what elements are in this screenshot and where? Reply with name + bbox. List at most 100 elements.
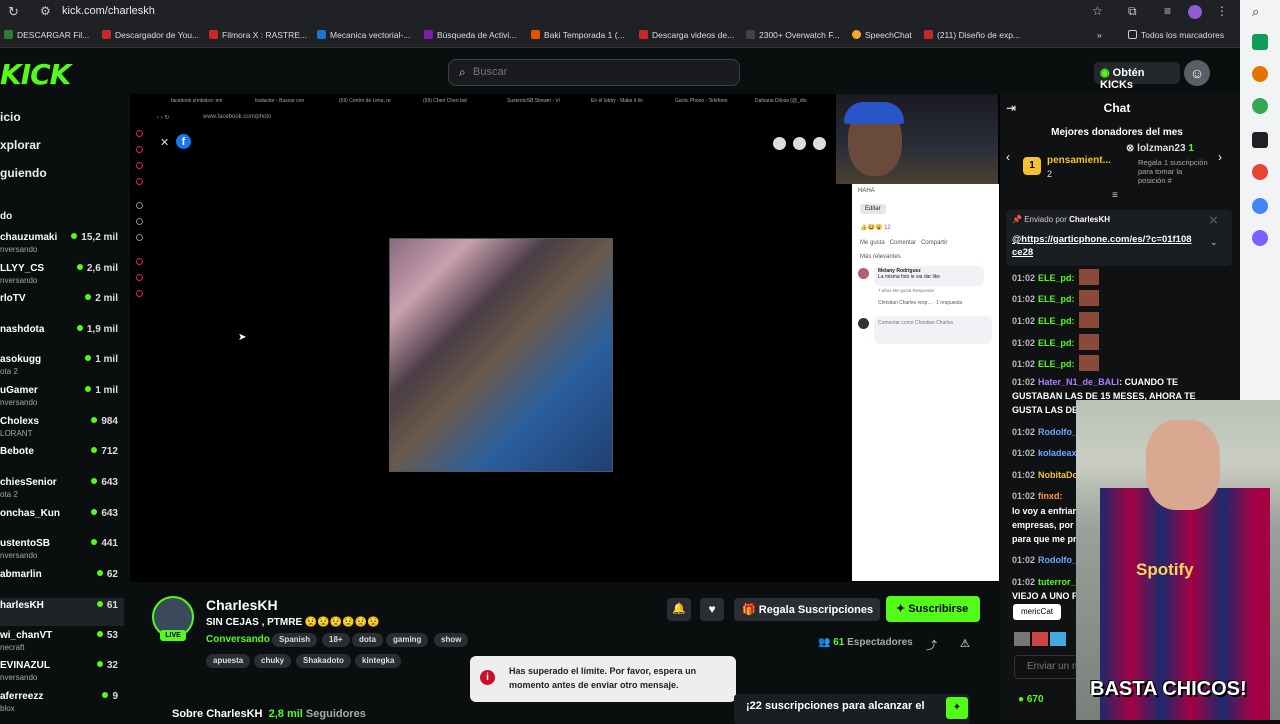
bookmark-item[interactable]: 2300+ Overwatch F... <box>746 30 840 40</box>
notification-bell-icon[interactable]: 🔔 <box>667 598 691 621</box>
reload-icon[interactable]: ↻ <box>8 4 19 20</box>
profile-avatar[interactable] <box>1188 5 1202 19</box>
donor-count: 2 <box>1047 169 1053 179</box>
search-bar[interactable]: ⌕ <box>448 59 740 86</box>
address-bar[interactable]: kick.com/charleskh <box>62 5 155 17</box>
get-kicks-button[interactable]: ◉ Obtén KICKs <box>1094 62 1180 91</box>
channel-item[interactable]: rloTV 2 mil <box>0 293 124 321</box>
facebook-comments-panel: HAHA Editar 👍😂😮 12 Me gusta Comentar Com… <box>852 184 999 581</box>
overlay-caption: BASTA CHICOS! <box>1090 678 1247 700</box>
media-control-icon[interactable]: ≡ <box>1164 4 1171 18</box>
channel-item[interactable]: abmarlin 62 <box>0 569 124 597</box>
bookmark-star-icon[interactable]: ☆ <box>1092 4 1103 18</box>
extension-u-icon[interactable] <box>1252 132 1268 148</box>
user-avatar[interactable]: ☺ <box>1184 60 1210 86</box>
stream-tag[interactable]: Spanish <box>272 633 318 647</box>
chat-message: 01:02 ELE_pd: <box>1012 334 1099 350</box>
kick-logo[interactable]: KICK <box>0 58 71 91</box>
channel-item[interactable]: Bebote 712 <box>0 446 124 474</box>
stream-tag[interactable]: dota <box>352 633 383 647</box>
follow-heart-icon[interactable]: ♥ <box>700 598 724 621</box>
bookmark-item[interactable]: Búsqueda de Activi... <box>424 30 516 40</box>
chat-message-cont: lo voy a enfriar <box>1012 506 1077 516</box>
search-icon[interactable]: ⌕ <box>1252 4 1268 20</box>
more-bookmarks-icon[interactable]: » <box>1097 30 1102 40</box>
photo-controls <box>773 137 833 151</box>
gift-icon: 🎁 <box>742 604 756 616</box>
browser-menu-icon[interactable]: ⋮ <box>1216 4 1228 18</box>
nav-explore[interactable]: xplorar <box>0 138 41 152</box>
channel-item[interactable]: onchas_Kun 643 <box>0 508 124 536</box>
emote-row <box>1014 632 1074 646</box>
channel-item[interactable]: wi_chanVT necraft 53 <box>0 630 124 658</box>
settings-icon[interactable] <box>1252 66 1268 82</box>
bookmark-item[interactable]: Filmora X : RASTRE... <box>209 30 307 40</box>
chrome-icon[interactable] <box>1252 198 1268 214</box>
extensions-icon[interactable]: ⧉ <box>1128 4 1137 19</box>
viewers-icon: 👥 <box>818 637 831 648</box>
star-icon: ✦ <box>896 603 906 615</box>
stream-tag[interactable]: show <box>434 633 469 647</box>
pinned-link[interactable]: @https://garticphone.com/es/?c=01f108ce2… <box>1012 233 1192 259</box>
bookmark-item[interactable]: Descarga videos de... <box>639 30 734 40</box>
sheets-icon[interactable] <box>1252 34 1268 50</box>
stream-title: SIN CEJAS , PTMRE 😟😟😟😟😟😟 <box>206 617 380 628</box>
search-input[interactable] <box>473 66 723 78</box>
channel-item[interactable]: nashdota 1,9 mil <box>0 324 124 352</box>
expand-chevron-icon[interactable]: ⌄ <box>1210 237 1218 248</box>
channel-item[interactable]: LLYY_CS nversando 2,6 mil <box>0 263 124 291</box>
bookmark-item[interactable]: Baki Temporada 1 (... <box>531 30 625 40</box>
donor-slot-text: Regala 1 suscripción para tomar la posic… <box>1138 158 1208 185</box>
next-arrow-icon[interactable]: › <box>1218 150 1222 164</box>
stream-tag[interactable]: chuky <box>254 654 292 668</box>
bookmark-item[interactable]: SpeechChat <box>852 30 912 40</box>
channel-item[interactable]: Cholexs LORANT 984 <box>0 416 124 444</box>
bookmark-item[interactable]: Mecanica vectorial-... <box>317 30 410 40</box>
fullscreen-icon <box>813 137 826 150</box>
channel-item[interactable]: asokugg ota 21 mil <box>0 354 124 382</box>
channel-item[interactable]: uGamer nversando 1 mil <box>0 385 124 413</box>
report-warning-icon[interactable]: ⚠ <box>960 637 970 650</box>
extension-icon[interactable] <box>1252 230 1268 246</box>
chat-message: 01:02 Hater_N1_de_BALI: CUANDO TE <box>1012 377 1179 387</box>
channel-item[interactable]: ustentoSB nversando 441 <box>0 538 124 566</box>
bookmark-item[interactable]: (211) Diseño de exp... <box>924 30 1020 40</box>
share-icon[interactable]: ⤴ <box>926 637 937 653</box>
overlay-person-head <box>1146 420 1220 510</box>
prev-arrow-icon[interactable]: ‹ <box>1006 150 1010 164</box>
unpin-icon[interactable]: ⤫ <box>1210 215 1217 226</box>
stream-category[interactable]: Conversando <box>206 634 270 645</box>
channel-item[interactable]: harlesKH 61 <box>0 598 124 626</box>
bookmark-item[interactable]: DESCARGAR Fil... <box>4 30 89 40</box>
chrome-icon[interactable] <box>1252 164 1268 180</box>
points-icon: ● <box>1018 694 1025 705</box>
channel-item[interactable]: chiesSenior ota 2 643 <box>0 477 124 505</box>
chat-message: 01:02 ELE_pd: <box>1012 312 1099 328</box>
captured-browser-tabs: facebook símbolos: em traductor - Buscar… <box>171 98 807 104</box>
channel-item[interactable]: EVINAZUL nversando 32 <box>0 660 124 688</box>
menu-lines-icon[interactable]: ≡ <box>1112 190 1118 201</box>
channel-points[interactable]: ● 670 <box>1018 694 1044 705</box>
live-badge: LIVE <box>160 630 186 641</box>
all-bookmarks-folder[interactable]: Todos los marcadores <box>1128 30 1224 40</box>
bookmarks-bar: DESCARGAR Fil... Descargador de You... F… <box>0 24 1240 48</box>
nav-home[interactable]: icio <box>0 110 21 124</box>
about-heading: Sobre CharlesKH 2,8 mil Seguidores <box>172 708 366 720</box>
subscribe-button[interactable]: ✦ Suscribirse <box>886 596 980 622</box>
stream-tag[interactable]: Shakadoto <box>296 654 351 668</box>
stream-tag[interactable]: apuesta <box>206 654 251 668</box>
bookmark-item[interactable]: Descargador de You... <box>102 30 199 40</box>
rank-badge: 1 <box>1023 157 1041 175</box>
stream-tag[interactable]: gaming <box>386 633 429 647</box>
donor-name: pensamient... <box>1047 155 1111 166</box>
channel-item[interactable]: aferreezz blox 9 <box>0 691 124 719</box>
gift-subs-button[interactable]: 🎁 Regala Suscripciones <box>734 598 880 621</box>
nav-following[interactable]: guiendo <box>0 166 47 180</box>
extension-icon[interactable] <box>1252 98 1268 114</box>
stream-tag[interactable]: 18+ <box>322 633 350 647</box>
stream-tag[interactable]: kintegka <box>355 654 402 668</box>
goal-star-button[interactable]: ✦ <box>946 697 968 719</box>
channel-item[interactable]: chauzumaki nversando 15,2 mil <box>0 232 124 260</box>
site-info-icon[interactable]: ⚙ <box>40 4 51 18</box>
streamer-name[interactable]: CharlesKH <box>206 597 278 613</box>
